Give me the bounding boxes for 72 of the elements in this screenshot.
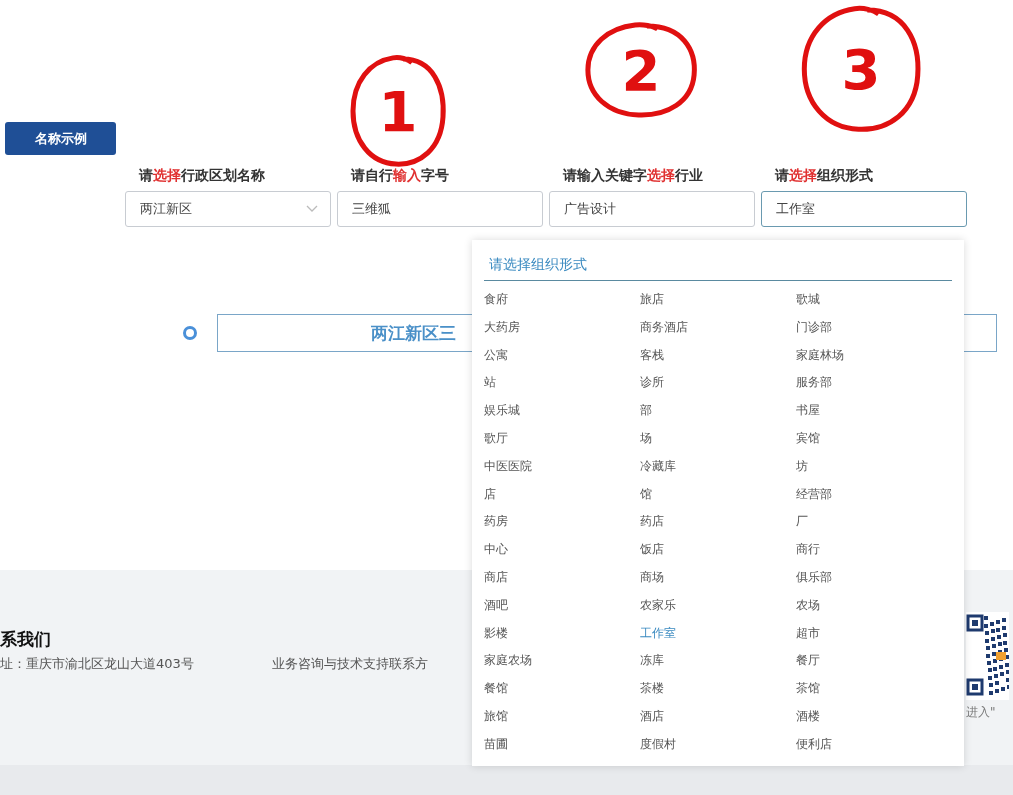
option-item[interactable]: 歌城: [796, 287, 820, 315]
option-item[interactable]: 酒店: [640, 703, 664, 732]
option-item[interactable]: 宾馆: [796, 426, 820, 454]
option-item[interactable]: 影楼: [484, 620, 508, 649]
qr-code-icon: [966, 612, 1009, 700]
select-field[interactable]: 两江新区: [125, 191, 331, 227]
footer-heading: 系我们: [0, 628, 52, 651]
input-field[interactable]: 工作室: [761, 191, 967, 227]
option-item[interactable]: 饭店: [640, 537, 664, 565]
example-button[interactable]: 名称示例: [5, 122, 116, 155]
option-item[interactable]: 药店: [640, 509, 664, 538]
option-item[interactable]: 公寓: [484, 342, 508, 371]
option-item[interactable]: 站: [484, 370, 496, 399]
annotation-number: 1: [378, 78, 418, 144]
dropdown-title: 请选择组织形式: [484, 256, 952, 281]
option-item[interactable]: 场: [640, 426, 652, 454]
option-item[interactable]: 超市: [796, 620, 820, 649]
option-item[interactable]: 度假村: [640, 731, 676, 760]
option-item[interactable]: 餐厅: [796, 648, 820, 677]
option-item[interactable]: 部: [640, 398, 652, 426]
option-item[interactable]: 农家乐: [640, 592, 676, 621]
option-item[interactable]: 厂: [796, 509, 808, 538]
option-item[interactable]: 旅店: [640, 287, 664, 315]
option-item[interactable]: 旅馆: [484, 703, 508, 732]
option-item[interactable]: 酒吧: [484, 592, 508, 621]
option-item[interactable]: 经营部: [796, 481, 832, 510]
option-item[interactable]: 餐馆: [484, 676, 508, 704]
input-field[interactable]: 广告设计: [549, 191, 755, 227]
option-item[interactable]: 歌厅: [484, 426, 508, 454]
result-text: 两江新区三: [371, 321, 456, 345]
option-item[interactable]: 服务部: [796, 370, 832, 399]
chevron-down-icon: [306, 205, 318, 213]
option-item[interactable]: 客栈: [640, 342, 664, 371]
option-item[interactable]: 酒楼: [796, 703, 820, 732]
option-item[interactable]: 便利店: [796, 731, 832, 760]
option-item[interactable]: 冷藏库: [640, 453, 676, 482]
option-item[interactable]: 工作室: [640, 620, 676, 649]
option-item[interactable]: 中心: [484, 537, 508, 565]
contact-text: 业务咨询与技术支持联系方: [271, 655, 428, 673]
option-item[interactable]: 诊所: [640, 370, 664, 399]
option-item[interactable]: 门诊部: [796, 314, 832, 343]
option-item[interactable]: 店: [484, 481, 496, 510]
option-item[interactable]: 茶馆: [796, 676, 820, 704]
option-item[interactable]: 家庭林场: [796, 342, 844, 371]
option-item[interactable]: 坊: [796, 453, 808, 482]
option-item[interactable]: 馆: [640, 481, 652, 510]
option-item[interactable]: 商行: [796, 537, 820, 565]
field-label: 请输入关键字选择行业: [563, 166, 704, 185]
annotation-number: 2: [621, 37, 661, 103]
option-item[interactable]: 商务酒店: [640, 314, 688, 343]
option-item[interactable]: 冻库: [640, 648, 664, 677]
address-text: 址：重庆市渝北区龙山大道403号: [0, 655, 194, 673]
annotation-number: 3: [841, 36, 881, 102]
qr-caption: 进入": [966, 704, 996, 721]
option-item[interactable]: 家庭农场: [484, 648, 532, 677]
option-item[interactable]: 茶楼: [640, 676, 664, 704]
option-item[interactable]: 商场: [640, 564, 664, 593]
field-label: 请自行输入字号: [351, 166, 450, 185]
option-item[interactable]: 书屋: [796, 398, 820, 426]
option-item[interactable]: 俱乐部: [796, 564, 832, 593]
radio-dot[interactable]: [183, 326, 197, 340]
option-item[interactable]: 娱乐城: [484, 398, 520, 426]
option-item[interactable]: 食府: [484, 287, 508, 315]
option-item[interactable]: 大药房: [484, 314, 520, 343]
option-item[interactable]: 农场: [796, 592, 820, 621]
option-item[interactable]: 苗圃: [484, 731, 508, 760]
field-label: 请选择组织形式: [775, 166, 874, 185]
option-item[interactable]: 药房: [484, 509, 508, 538]
field-label: 请选择行政区划名称: [139, 166, 266, 185]
option-item[interactable]: 中医医院: [484, 453, 532, 482]
option-item[interactable]: 商店: [484, 564, 508, 593]
input-field[interactable]: 三维狐: [337, 191, 543, 227]
